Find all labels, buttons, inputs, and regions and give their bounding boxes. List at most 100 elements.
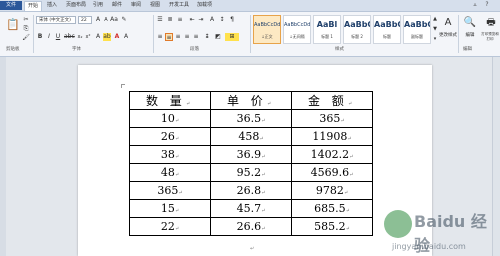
table-cell[interactable]: 458↵	[210, 127, 292, 146]
font-size-field[interactable]: 22	[78, 16, 92, 24]
style-heading-1[interactable]: AaBl 标题 1	[313, 15, 341, 44]
borders-icon[interactable]: ⊞	[225, 33, 239, 41]
table-header-cell[interactable]: 单 价↵	[210, 91, 292, 110]
table-cell[interactable]: 4569.6↵	[291, 163, 373, 182]
show-marks-icon[interactable]: ¶	[228, 16, 236, 24]
underline-icon[interactable]: U	[54, 33, 62, 41]
align-center-icon[interactable]: ≡	[165, 33, 173, 41]
bold-icon[interactable]: B	[36, 33, 44, 41]
table-cell[interactable]: 9782↵	[291, 181, 373, 200]
text-effects-icon[interactable]: A	[94, 33, 102, 41]
style-sample: AaBbC	[344, 20, 370, 29]
print-preview-label[interactable]: 打印预览和打印	[480, 32, 500, 42]
distributed-icon[interactable]: ≡	[192, 33, 200, 41]
tab-insert[interactable]: 插入	[44, 1, 60, 10]
table-cell[interactable]: 11908↵	[291, 127, 373, 146]
cell-end-mark: ↵	[174, 226, 180, 232]
shrink-font-icon[interactable]: A	[102, 16, 110, 24]
table-cell[interactable]: 95.2↵	[210, 163, 292, 182]
change-case-icon[interactable]: Aa	[110, 16, 118, 24]
table-cell[interactable]: 685.5↵	[291, 199, 373, 218]
change-styles-icon[interactable]: A	[441, 16, 455, 30]
paste-icon[interactable]: 📋	[6, 18, 20, 32]
style-subtitle[interactable]: AaBbC 副标题	[403, 15, 431, 44]
style-heading-2[interactable]: AaBbC 标题 2	[343, 15, 371, 44]
tab-mailings[interactable]: 邮件	[109, 1, 125, 10]
decrease-indent-icon[interactable]: ⇤	[188, 16, 196, 24]
tab-home[interactable]: 开始	[24, 1, 43, 11]
table-cell[interactable]: 26↵	[129, 127, 211, 146]
table-cell[interactable]: 48↵	[129, 163, 211, 182]
highlight-color-icon[interactable]: ab	[103, 33, 111, 41]
style-name: 标题	[383, 34, 391, 39]
cell-end-mark: ↵	[347, 136, 352, 142]
tab-developer[interactable]: 开发工具	[166, 1, 192, 10]
style-no-spacing[interactable]: AaBbCcDd ↓无间隔	[283, 15, 311, 44]
style-title[interactable]: AaBbC 标题	[373, 15, 401, 44]
justify-icon[interactable]: ≡	[183, 33, 191, 41]
table-header-cell[interactable]: 金 额↵	[291, 91, 373, 110]
table-header-cell[interactable]: 数 量↵	[129, 91, 211, 110]
italic-icon[interactable]: I	[45, 33, 53, 41]
edit-label[interactable]: 编辑	[462, 32, 478, 38]
line-spacing-icon[interactable]: ↨	[203, 33, 211, 41]
styles-more-icon[interactable]: ▾	[432, 35, 438, 43]
table-cell[interactable]: 45.7↵	[210, 199, 292, 218]
multilevel-list-icon[interactable]: ≡	[176, 16, 184, 24]
numbering-icon[interactable]: ≣	[166, 16, 174, 24]
table-cell[interactable]: 365↵	[129, 181, 211, 200]
clear-formatting-icon[interactable]: ✎	[120, 16, 128, 24]
print-preview-icon[interactable]: 🖶	[484, 16, 498, 30]
table-cell[interactable]: 38↵	[129, 145, 211, 164]
cell-end-mark: ↵	[261, 154, 266, 160]
increase-indent-icon[interactable]: ⇥	[197, 16, 205, 24]
tab-review[interactable]: 审阅	[128, 1, 144, 10]
table-cell[interactable]: 585.2↵	[291, 217, 373, 236]
chinese-layout-icon[interactable]: A	[208, 16, 216, 24]
grow-font-icon[interactable]: A	[94, 16, 102, 24]
watermark-url: jingyan.baidu.com	[392, 242, 466, 251]
styles-scroll-down-icon[interactable]: ▼	[432, 25, 438, 33]
copy-icon[interactable]: ⎘	[22, 25, 30, 33]
font-color-icon[interactable]: A	[113, 33, 121, 41]
table-cell[interactable]: 36.9↵	[210, 145, 292, 164]
table-cell[interactable]: 22↵	[129, 217, 211, 236]
help-icon[interactable]: ?	[482, 1, 492, 9]
bullets-icon[interactable]: ☰	[156, 16, 164, 24]
table-cell[interactable]: 15↵	[129, 199, 211, 218]
header-text: 金 额	[307, 94, 348, 108]
table-row: 10↵ 36.5↵ 365↵	[129, 109, 373, 128]
format-painter-icon[interactable]: 🖌	[22, 34, 30, 42]
superscript-icon[interactable]: x²	[84, 33, 92, 41]
subscript-icon[interactable]: x₂	[76, 33, 84, 41]
strikethrough-icon[interactable]: abc	[64, 33, 75, 41]
tab-view[interactable]: 视图	[147, 1, 163, 10]
minimize-ribbon-icon[interactable]: ▵	[470, 1, 480, 9]
watermark-logo-icon	[384, 210, 412, 238]
align-right-icon[interactable]: ≡	[174, 33, 182, 41]
table-cell[interactable]: 26.8↵	[210, 181, 292, 200]
styles-scroll-up-icon[interactable]: ▲	[432, 15, 438, 23]
table-cell[interactable]: 365↵	[291, 109, 373, 128]
sort-icon[interactable]: ↕	[218, 16, 226, 24]
table-cell[interactable]: 10↵	[129, 109, 211, 128]
tab-file[interactable]: 文件	[0, 1, 22, 10]
shading-icon[interactable]: ◩	[214, 33, 222, 41]
style-normal[interactable]: AaBbCcDd ↓正文	[253, 15, 281, 44]
align-left-icon[interactable]: ≡	[156, 33, 164, 41]
style-name: 标题 2	[351, 34, 363, 39]
change-styles-label[interactable]: 更改样式	[439, 32, 457, 38]
find-icon[interactable]: 🔍	[463, 16, 477, 30]
font-name-field[interactable]: 宋体 (中文正文)	[36, 16, 76, 24]
cut-icon[interactable]: ✂	[22, 16, 30, 24]
group-separator	[250, 15, 251, 53]
table-cell[interactable]: 1402.2↵	[291, 145, 373, 164]
tab-addins[interactable]: 加载项	[194, 1, 215, 10]
cell-text: 38	[160, 148, 175, 161]
table-cell[interactable]: 26.6↵	[210, 217, 292, 236]
char-shading-icon[interactable]: A	[122, 33, 130, 41]
table-cell[interactable]: 36.5↵	[210, 109, 292, 128]
tab-references[interactable]: 引用	[90, 1, 106, 10]
tab-page-layout[interactable]: 页面布局	[63, 1, 89, 10]
cell-end-mark: ↵	[174, 172, 180, 178]
